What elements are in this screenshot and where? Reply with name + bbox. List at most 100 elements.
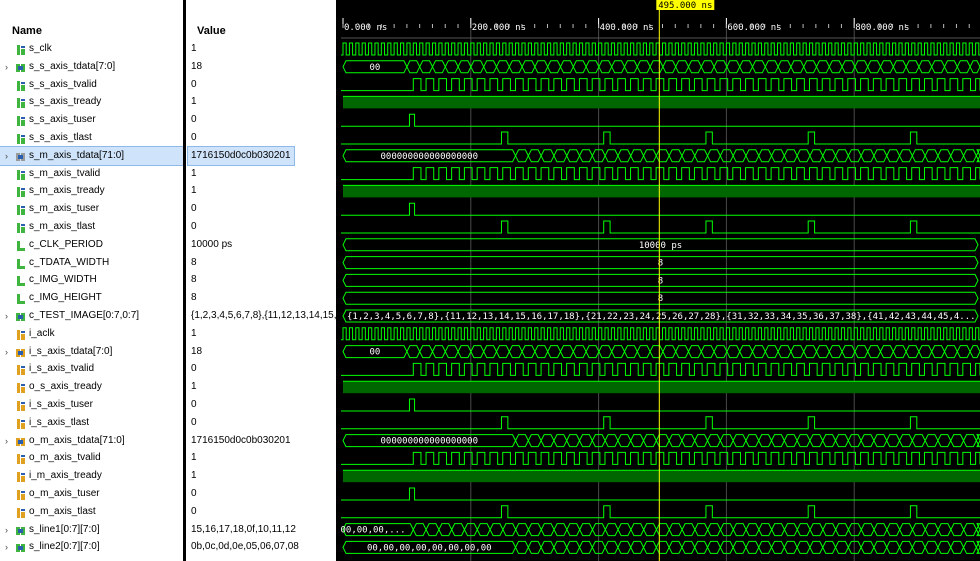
signal-name: i_s_axis_tuser (29, 399, 93, 410)
signal-value-row[interactable]: 1 (186, 182, 336, 200)
signal-icon (16, 453, 26, 465)
signal-name: o_m_axis_tlast (29, 505, 96, 517)
signal-value-row[interactable]: 0 (186, 485, 336, 503)
expand-chevron-icon[interactable]: › (5, 307, 13, 325)
signal-icon (16, 418, 26, 429)
expand-chevron-icon[interactable]: › (5, 432, 13, 450)
signal-value-row[interactable]: 0 (186, 200, 336, 218)
signal-row[interactable]: › i_s_axis_tdata[7:0] (0, 343, 183, 361)
signal-row[interactable]: i_s_axis_tuser (0, 396, 183, 414)
signal-row[interactable]: i_s_axis_tlast (0, 414, 183, 432)
clock-wave (341, 42, 980, 56)
signal-row[interactable]: › s_line2[0:7][7:0] (0, 538, 183, 556)
signal-row[interactable]: s_m_axis_tuser (0, 200, 183, 218)
name-header-label: Name (12, 25, 42, 37)
signal-icon (16, 80, 26, 91)
waveform-panel[interactable]: 0.000 ns 200.000 ns 400.000 ns 600.000 ns 80… (340, 0, 980, 561)
expand-chevron-icon[interactable]: › (5, 538, 13, 556)
signal-value-row[interactable]: 1 (186, 378, 336, 396)
signal-value: 0 (191, 203, 197, 215)
signal-value-row[interactable]: 1 (186, 467, 336, 485)
signal-row[interactable]: s_s_axis_tready (0, 93, 183, 111)
valid-wave (341, 451, 980, 465)
signal-row[interactable]: › s_line1[0:7][7:0] (0, 521, 183, 539)
signal-value-row[interactable]: 1 (186, 40, 336, 58)
signal-row[interactable]: › o_m_axis_tdata[71:0] (0, 432, 183, 450)
signal-row[interactable]: o_m_axis_tvalid (0, 449, 183, 467)
bus-icon (16, 542, 26, 553)
signal-row[interactable]: o_s_axis_tready (0, 378, 183, 396)
signal-value: 1 (191, 327, 197, 339)
signal-row[interactable]: s_s_axis_tvalid (0, 76, 183, 94)
signal-value-row[interactable]: 1 (186, 165, 336, 183)
signal-icon (16, 97, 26, 109)
signal-row[interactable]: s_clk (0, 40, 183, 58)
value-column-header[interactable]: Value (186, 0, 336, 40)
signal-row[interactable]: › c_TEST_IMAGE[0:7,0:7] (0, 307, 183, 325)
signal-value-row[interactable]: 1 (186, 93, 336, 111)
signal-value-row[interactable]: 1 (186, 449, 336, 467)
high-fill (343, 381, 980, 394)
signal-value-row[interactable]: 0 (186, 111, 336, 129)
signal-row[interactable]: › s_s_axis_tdata[7:0] (0, 58, 183, 76)
expand-chevron-icon[interactable]: › (5, 521, 13, 539)
signal-value-row[interactable]: 18 (186, 343, 336, 361)
bus-icon (16, 151, 26, 161)
signal-row[interactable]: s_s_axis_tlast (0, 129, 183, 147)
signal-row[interactable]: i_aclk (0, 325, 183, 343)
signal-value-row[interactable]: 0 (186, 129, 336, 147)
signal-value-row[interactable]: 1716150d0c0b030201 (186, 432, 336, 450)
signal-value-row[interactable]: 8 (186, 289, 336, 307)
signal-row[interactable]: i_m_axis_tready (0, 467, 183, 485)
signal-value-row[interactable]: 0 (186, 218, 336, 236)
signal-name: s_line2[0:7][7:0] (29, 541, 100, 553)
signal-value-row[interactable]: 1716150d0c0b030201 (186, 145, 336, 166)
constant-icon (16, 293, 26, 305)
signal-value-row[interactable]: 10000 ps (186, 236, 336, 254)
signal-value-row[interactable]: {1,2,3,4,5,6,7,8},{11,12,13,14,15,16 (186, 307, 336, 325)
signal-value: 1 (191, 381, 197, 393)
signal-row[interactable]: s_m_axis_tvalid (0, 165, 183, 183)
high-fill (343, 470, 980, 483)
expand-chevron-icon[interactable]: › (5, 343, 13, 361)
signal-name: c_CLK_PERIOD (29, 238, 103, 250)
expand-chevron-icon[interactable]: › (5, 58, 13, 76)
bus-value-label: 000000000000000000 (380, 152, 478, 162)
signal-row[interactable]: › s_m_axis_tdata[71:0] (0, 145, 184, 166)
signal-row[interactable]: s_s_axis_tuser (0, 111, 183, 129)
signal-row[interactable]: o_m_axis_tuser (0, 485, 183, 503)
signal-value-row[interactable]: 1 (186, 325, 336, 343)
signal-row[interactable]: c_CLK_PERIOD (0, 236, 183, 254)
signal-row[interactable]: s_m_axis_tready (0, 182, 183, 200)
signal-value: 0 (191, 114, 197, 126)
signal-value-row[interactable]: 18 (186, 58, 336, 76)
high-fill (343, 96, 980, 109)
signal-value-row[interactable]: 0 (186, 396, 336, 414)
signal-value-row[interactable]: 0b,0c,0d,0e,05,06,07,08 (186, 538, 336, 556)
signal-row[interactable]: c_IMG_WIDTH (0, 271, 183, 289)
signal-value-panel: Value 1 18 0 1 0 0 1716150d0c0b030201 1 1 0 0 10000… (186, 0, 336, 561)
signal-name: c_IMG_HEIGHT (29, 292, 102, 304)
signal-value-row[interactable]: 0 (186, 360, 336, 378)
signal-row[interactable]: s_m_axis_tlast (0, 218, 183, 236)
constant-icon (16, 275, 26, 287)
signal-value-row[interactable]: 15,16,17,18,0f,10,11,12 (186, 521, 336, 539)
signal-row[interactable]: o_m_axis_tlast (0, 503, 183, 521)
signal-name: i_s_axis_tdata[7:0] (29, 345, 113, 357)
valid-wave (341, 362, 980, 376)
expand-chevron-icon[interactable]: › (5, 147, 13, 165)
waveform-canvas[interactable]: 0.000 ns 200.000 ns 400.000 ns 600.000 ns 80… (340, 0, 980, 561)
signal-value-row[interactable]: 8 (186, 271, 336, 289)
signal-value-row[interactable]: 0 (186, 503, 336, 521)
name-column-header[interactable]: Name (0, 0, 183, 40)
signal-value-row[interactable]: 0 (186, 414, 336, 432)
signal-row[interactable]: c_IMG_HEIGHT (0, 289, 183, 307)
signal-name: i_s_axis_tlast (29, 416, 90, 428)
clock-wave (341, 327, 980, 341)
signal-row[interactable]: i_s_axis_tvalid (0, 360, 183, 378)
signal-value-row[interactable]: 0 (186, 76, 336, 94)
signal-value-row[interactable]: 8 (186, 254, 336, 272)
signal-value: 0 (191, 416, 197, 428)
time-tick-label: 800.000 ns (855, 23, 909, 33)
signal-row[interactable]: c_TDATA_WIDTH (0, 254, 183, 272)
